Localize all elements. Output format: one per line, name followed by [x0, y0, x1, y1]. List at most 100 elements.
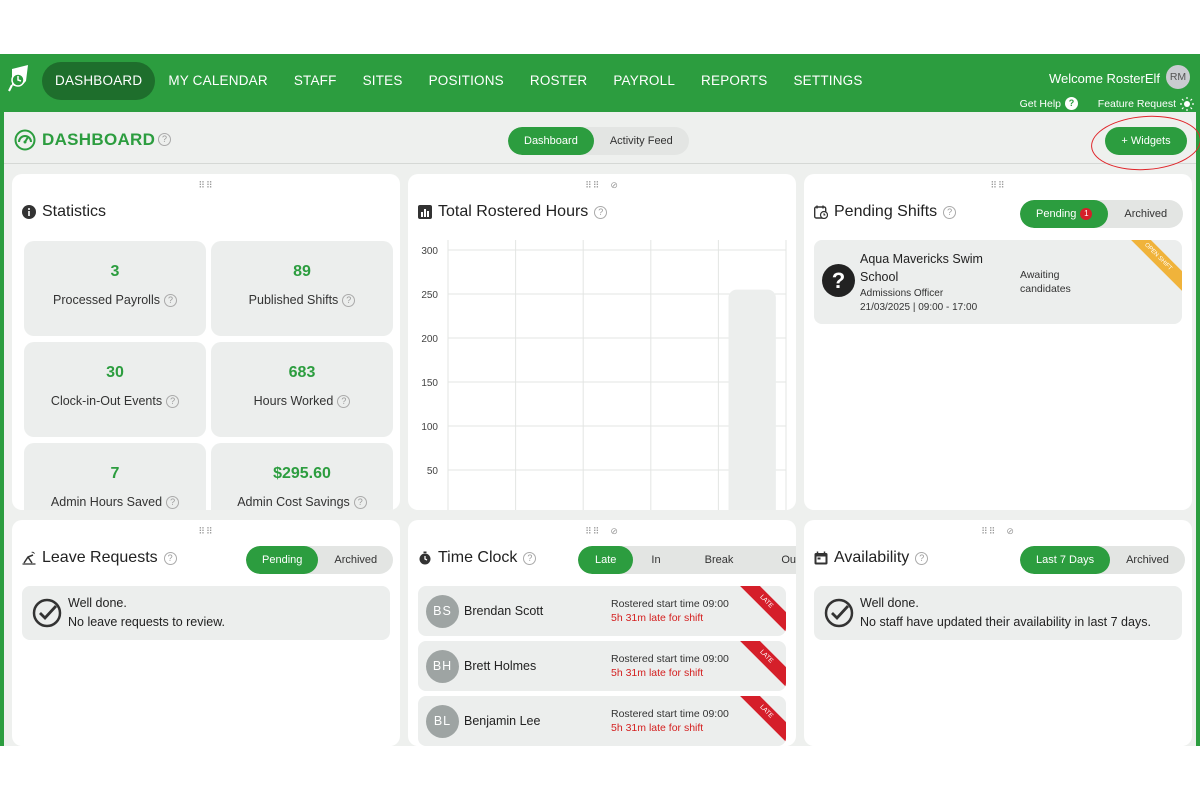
y-tick-label: 100 — [421, 422, 438, 433]
tab-archived[interactable]: Archived — [1108, 200, 1183, 228]
tab-break[interactable]: Break — [683, 546, 756, 574]
get-help-label: Get Help — [1019, 97, 1061, 110]
stat-value: $295.60 — [273, 465, 331, 482]
card-title: Statistics — [22, 203, 106, 221]
help-icon[interactable]: ? — [158, 133, 171, 146]
time-clock-toggle: Late In Break Out — [578, 546, 796, 574]
nav-payroll[interactable]: PAYROLL — [600, 62, 688, 100]
calendar-clock-icon — [814, 205, 828, 219]
drag-handle-icon[interactable]: ⠿⠿ — [585, 526, 600, 537]
nav-settings[interactable]: SETTINGS — [780, 62, 875, 100]
stat-label: Processed Payrolls? — [24, 293, 206, 308]
avatar: BL — [426, 705, 459, 738]
user-avatar[interactable]: RM — [1166, 65, 1190, 89]
availability-title: Availability — [834, 549, 910, 566]
time-clock-row[interactable]: BH Brett Holmes Rostered start time 09:0… — [418, 641, 786, 691]
dashboard-main: DASHBOARD ? Dashboard Activity Feed + Wi… — [0, 112, 1200, 746]
bar-chart-icon — [418, 205, 432, 219]
drag-handle[interactable]: ⠿⠿ ⊘ — [585, 526, 619, 537]
hide-eye-icon[interactable]: ⊘ — [1006, 526, 1015, 537]
tab-in[interactable]: In — [633, 546, 682, 574]
help-icon[interactable]: ? — [943, 205, 957, 219]
stat-label: Clock-in-Out Events? — [24, 394, 206, 409]
help-icon[interactable]: ? — [915, 551, 929, 565]
card-title: Availability ? — [814, 549, 929, 567]
rostered-hours-card: ⠿⠿ ⊘ Total Rostered Hours ? 300 250 200 150 1… — [408, 174, 796, 510]
help-icon[interactable]: ? — [523, 551, 537, 565]
tab-last-7-days[interactable]: Last 7 Days — [1020, 546, 1111, 574]
question-icon: ? — [1065, 97, 1078, 110]
stat-label-text: Hours Worked — [253, 394, 334, 408]
stat-label: Published Shifts? — [211, 293, 393, 308]
nav-staff[interactable]: STAFF — [281, 62, 350, 100]
late-text: 5h 31m late for shift — [611, 722, 704, 734]
rostered-start: Rostered start time 09:00 — [611, 653, 729, 665]
pending-shift-item[interactable]: ? Aqua Mavericks Swim School Admissions … — [814, 240, 1182, 324]
staff-name: Brendan Scott — [464, 604, 544, 618]
open-shift-ribbon: OPEN SHIFT — [1117, 240, 1182, 298]
beach-chair-icon — [22, 551, 36, 565]
stat-label-text: Processed Payrolls — [53, 293, 160, 307]
shift-time: 21/03/2025 | 09:00 - 17:00 — [860, 302, 978, 313]
drag-handle[interactable]: ⠿⠿ ⊘ — [981, 526, 1015, 537]
help-icon[interactable]: ? — [342, 294, 356, 308]
tab-out[interactable]: Out — [755, 546, 796, 574]
tab-activity-feed[interactable]: Activity Feed — [594, 127, 689, 155]
drag-handle-icon[interactable]: ⠿⠿ — [198, 180, 213, 191]
nav-dashboard[interactable]: DASHBOARD — [42, 62, 156, 100]
pending-shifts-title: Pending Shifts — [834, 203, 938, 220]
nav-my-calendar[interactable]: MY CALENDAR — [155, 62, 280, 100]
question-avatar-icon: ? — [822, 264, 855, 297]
late-ribbon: LATE — [732, 696, 786, 746]
statistics-card: ⠿⠿ Statistics 3 Processed Payrolls? 89 P… — [12, 174, 400, 510]
card-title: Pending Shifts ? — [814, 203, 957, 221]
help-icon[interactable]: ? — [163, 551, 177, 565]
tab-archived[interactable]: Archived — [1110, 546, 1185, 574]
help-icon[interactable]: ? — [166, 395, 180, 409]
rosterelf-logo-icon[interactable] — [6, 63, 34, 95]
stat-label-text: Published Shifts — [248, 293, 339, 307]
welcome-text: Welcome RosterElf — [1048, 71, 1160, 86]
empty-state: Well done. No staff have updated their a… — [814, 586, 1182, 640]
nav-roster[interactable]: ROSTER — [517, 62, 600, 100]
drag-handle-icon[interactable]: ⠿⠿ — [990, 180, 1005, 191]
drag-handle-icon[interactable]: ⠿⠿ — [585, 180, 600, 191]
help-icon[interactable]: ? — [337, 395, 351, 409]
y-tick-label: 300 — [421, 246, 438, 257]
tab-pending[interactable]: Pending 1 — [1020, 200, 1109, 228]
nav-reports[interactable]: REPORTS — [688, 62, 780, 100]
bar[interactable] — [728, 289, 776, 510]
card-title: Total Rostered Hours ? — [418, 203, 608, 221]
empty-message: No staff have updated their availability… — [860, 615, 1151, 629]
lightbulb-icon — [1180, 97, 1194, 111]
time-clock-row[interactable]: BS Brendan Scott Rostered start time 09:… — [418, 586, 786, 636]
tab-late[interactable]: Late — [578, 546, 634, 574]
nav-positions[interactable]: POSITIONS — [416, 62, 517, 100]
get-help-link[interactable]: Get Help ? — [1020, 97, 1078, 110]
drag-handle-icon[interactable]: ⠿⠿ — [198, 526, 213, 537]
hide-eye-icon[interactable]: ⊘ — [610, 180, 619, 191]
highlight-annotation-circle — [1089, 112, 1200, 174]
drag-handle[interactable]: ⠿⠿ ⊘ — [585, 180, 619, 191]
help-icon[interactable]: ? — [353, 496, 367, 510]
help-icon[interactable]: ? — [164, 294, 177, 308]
nav-sites[interactable]: SITES — [350, 62, 416, 100]
time-clock-row[interactable]: BL Benjamin Lee Rostered start time 09:0… — [418, 696, 786, 746]
tab-pending[interactable]: Pending — [246, 546, 319, 574]
staff-name: Brett Holmes — [464, 659, 537, 673]
leave-requests-title: Leave Requests — [42, 549, 158, 566]
feature-request-link[interactable]: Feature Request — [1098, 97, 1194, 111]
stat-label-text: Admin Cost Savings — [237, 495, 350, 509]
empty-state: Well done. No leave requests to review. — [22, 586, 390, 640]
hide-eye-icon[interactable]: ⊘ — [610, 526, 619, 537]
avatar: BH — [426, 650, 459, 683]
stat-tile: 3 Processed Payrolls? — [24, 241, 206, 336]
drag-handle-icon[interactable]: ⠿⠿ — [981, 526, 996, 537]
shift-site-name: Aqua Mavericks Swim School — [860, 252, 983, 284]
tab-dashboard[interactable]: Dashboard — [508, 127, 594, 155]
help-icon[interactable]: ? — [594, 205, 608, 219]
empty-message: No leave requests to review. — [68, 615, 226, 629]
help-icon[interactable]: ? — [166, 496, 180, 510]
rostered-start: Rostered start time 09:00 — [611, 598, 729, 610]
tab-archived[interactable]: Archived — [318, 546, 393, 574]
